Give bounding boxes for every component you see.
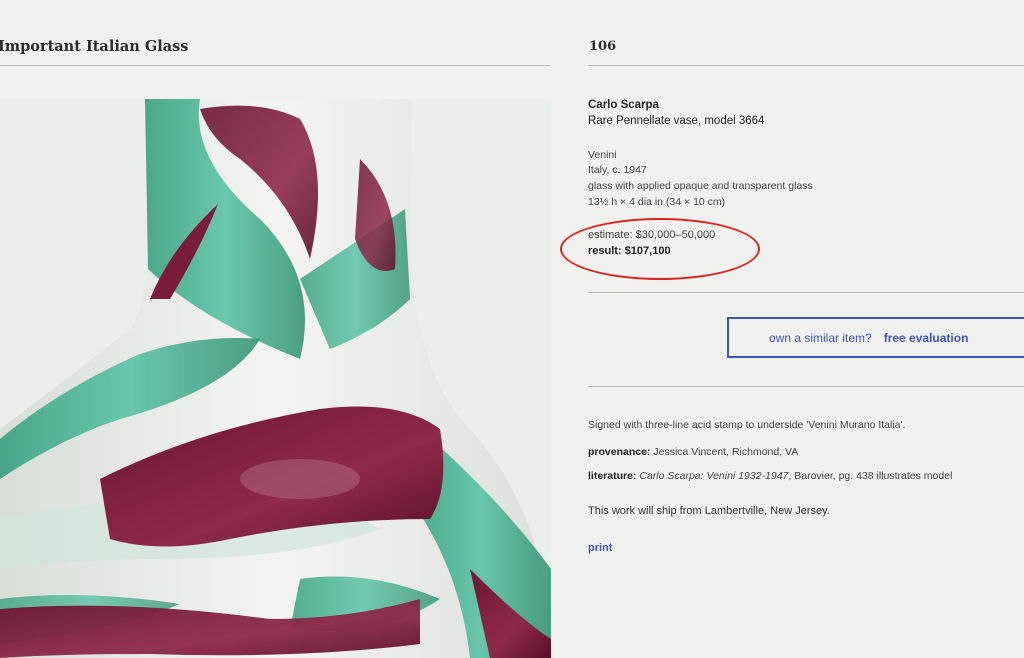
divider xyxy=(588,292,1024,293)
print-link[interactable]: print xyxy=(588,542,612,554)
sale-header: Important Italian Glass xyxy=(0,38,551,66)
medium: glass with applied opaque and transparen… xyxy=(588,180,813,192)
provenance: provenance: Jessica Vincent, Richmond, V… xyxy=(588,446,798,458)
shipping-note: This work will ship from Lambertville, N… xyxy=(588,505,830,517)
literature-label: literature: xyxy=(588,470,637,482)
provenance-value: Jessica Vincent, Richmond, VA xyxy=(653,446,799,458)
divider xyxy=(588,386,1024,387)
result-highlight-circle xyxy=(560,218,760,280)
provenance-label: provenance: xyxy=(588,446,651,458)
evaluation-cta: free evaluation xyxy=(883,330,969,345)
free-evaluation-button[interactable]: own a similar item? free evaluation xyxy=(727,317,1024,358)
evaluation-question: own a similar item? xyxy=(769,330,872,345)
lot-header: 106 xyxy=(588,38,1024,66)
origin-date: Italy, c. 1947 xyxy=(588,164,647,176)
lot-image[interactable] xyxy=(0,99,551,658)
signature-note: Signed with three-line acid stamp to und… xyxy=(588,419,906,431)
vase-photo xyxy=(0,99,551,658)
maker: Venini xyxy=(588,149,617,161)
work-title: Rare Pennellate vase, model 3664 xyxy=(588,115,765,127)
literature-rest: , Barovier, pg. 438 illustrates model xyxy=(788,470,953,482)
artist-name: Carlo Scarpa xyxy=(588,99,659,111)
sale-title[interactable]: Important Italian Glass xyxy=(0,38,188,55)
literature: literature: Carlo Scarpa: Venini 1932-19… xyxy=(588,470,952,482)
lot-number: 106 xyxy=(589,39,617,54)
dimensions: 13½ h × 4 dia in (34 × 10 cm) xyxy=(588,196,726,208)
literature-title: Carlo Scarpa: Venini 1932-1947 xyxy=(639,470,789,482)
